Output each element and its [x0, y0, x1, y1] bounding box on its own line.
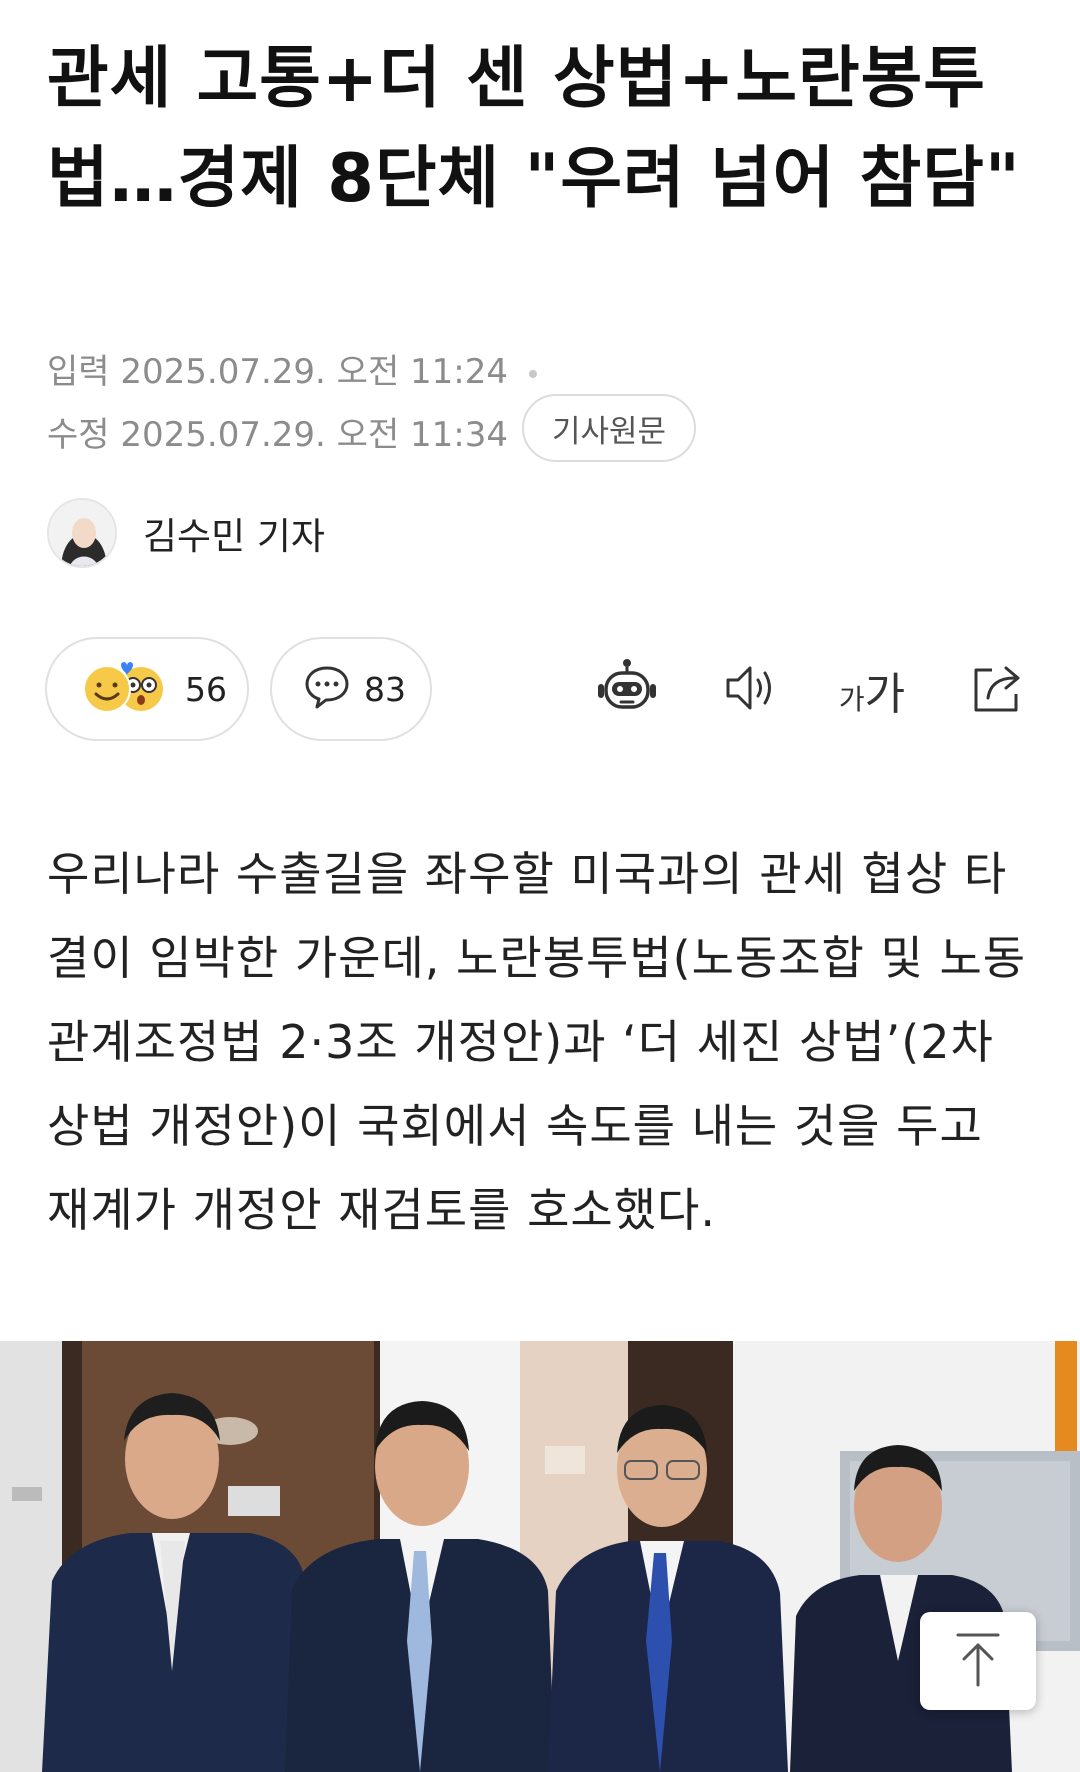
- arrow-up-icon: [954, 1629, 1002, 1693]
- modified-date: 수정 2025.07.29. 오전 11:34: [47, 407, 508, 456]
- comment-count: 83: [364, 669, 406, 709]
- article-body: 우리나라 수출길을 좌우할 미국과의 관세 협상 타결이 임박한 가운데, 노란…: [47, 847, 1027, 1237]
- published-value: 2025.07.29. 오전 11:24: [120, 352, 509, 392]
- modified-value: 2025.07.29. 오전 11:34: [120, 415, 509, 455]
- reporter-avatar: [47, 498, 117, 568]
- reporter-name: 김수민 기자: [143, 515, 325, 558]
- font-small-glyph: 가: [838, 683, 865, 716]
- published-label: 입력: [47, 352, 110, 392]
- comment-button[interactable]: 83: [270, 637, 432, 741]
- speaker-icon: [720, 658, 780, 722]
- font-size-icon: 가가: [839, 658, 905, 722]
- modified-label: 수정: [47, 415, 110, 455]
- reporter-byline[interactable]: 김수민 기자: [47, 497, 325, 569]
- speech-bubble-icon: [302, 662, 352, 716]
- article-headline: 관세 고통+더 센 상법+노란봉투법…경제 8단체 "우려 넘어 참담": [47, 39, 1021, 217]
- font-large-glyph: 가: [864, 669, 906, 720]
- share-button[interactable]: [958, 650, 1038, 730]
- share-icon: [968, 658, 1028, 722]
- article-photo: [0, 1341, 1080, 1772]
- text-to-speech-button[interactable]: [710, 650, 790, 730]
- emoji-reaction-icon: [77, 657, 173, 721]
- original-article-button[interactable]: 기사원문: [522, 394, 696, 462]
- scroll-to-top-button[interactable]: [920, 1612, 1036, 1710]
- robot-icon: [594, 655, 660, 725]
- ai-summary-button[interactable]: [587, 650, 667, 730]
- reaction-button[interactable]: 56: [45, 637, 249, 741]
- separator-dot: [528, 369, 537, 378]
- published-date: 입력 2025.07.29. 오전 11:24: [47, 344, 537, 393]
- font-size-button[interactable]: 가가: [832, 650, 912, 730]
- reaction-count: 56: [185, 669, 227, 709]
